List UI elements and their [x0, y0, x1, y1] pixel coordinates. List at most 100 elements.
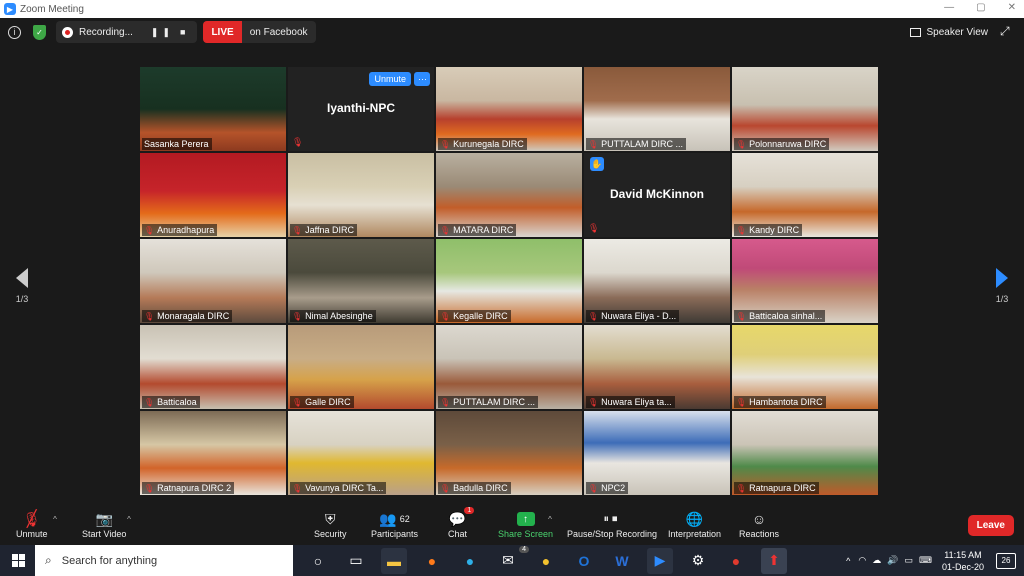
participant-tile[interactable]: David McKinnon 🎙 ✋ [584, 153, 730, 237]
live-stream-indicator[interactable]: LIVE on Facebook [203, 21, 316, 43]
word-icon[interactable]: W [609, 548, 635, 574]
chrome-icon[interactable]: ● [533, 548, 559, 574]
participant-tile[interactable]: Iyanthi-NPC 🎙 Unmute ··· [288, 67, 434, 151]
edge-icon[interactable]: ● [457, 548, 483, 574]
taskbar-search-box[interactable]: ⌕ Search for anything [35, 545, 293, 576]
windows-start-icon[interactable] [12, 554, 25, 567]
meeting-topbar: i ✓ Recording... ❚❚ ■ LIVE on Facebook [0, 18, 1024, 46]
participant-tile[interactable]: 🎙 Batticaloa sinhal... [732, 239, 878, 323]
recording-indicator[interactable]: Recording... ❚❚ ■ [56, 21, 198, 43]
participants-button[interactable]: 👥 62 Participants [371, 509, 419, 540]
notifications-icon[interactable]: 26 [996, 552, 1016, 569]
participant-tile[interactable]: 🎙 Monaragala DIRC [140, 239, 286, 323]
participant-name-tag: 🎙 Kurunegala DIRC [438, 138, 527, 150]
speaker-view-button[interactable]: Speaker View [910, 22, 988, 42]
participant-name-tag: 🎙 Ratnapura DIRC 2 [142, 482, 235, 494]
fullscreen-icon[interactable]: ⤢ [1000, 24, 1014, 38]
security-shield-icon: ⛨ [325, 510, 336, 527]
stop-recording-icon[interactable]: ■ [180, 27, 189, 37]
participant-tile[interactable]: 🎙 Badulla DIRC [436, 411, 582, 495]
language-icon[interactable]: ⌨ [919, 555, 932, 566]
cortana-icon[interactable]: ○ [305, 548, 331, 574]
app-pin-icon[interactable]: ⬆ [761, 547, 787, 574]
participant-tile[interactable]: 🎙 Jaffna DIRC [288, 153, 434, 237]
muted-mic-icon: 🎙 [292, 483, 303, 493]
volume-icon[interactable]: 🔊 [887, 555, 898, 566]
participant-tile[interactable]: 🎙 PUTTALAM DIRC ... [436, 325, 582, 409]
participant-tile[interactable]: 🎙 PUTTALAM DIRC ... [584, 67, 730, 151]
participant-tile[interactable]: 🎙 Kurunegala DIRC [436, 67, 582, 151]
settings-gear-icon[interactable]: ⚙ [685, 548, 711, 574]
participant-tile[interactable]: 🎙 MATARA DIRC [436, 153, 582, 237]
muted-mic-icon: 🎙 [292, 397, 303, 407]
interpretation-button[interactable]: 🌐 Interpretation [668, 509, 721, 540]
pause-stop-recording-button[interactable]: ⏸⏹ Pause/Stop Recording [567, 509, 657, 540]
zoom-taskbar-icon[interactable]: ▶ [647, 547, 673, 574]
meeting-info-icon[interactable]: i [8, 25, 21, 39]
participant-name-tag: 🎙 Badulla DIRC [438, 482, 511, 494]
tile-more-button[interactable]: ··· [414, 72, 430, 86]
participant-tile[interactable]: 🎙 Ratnapura DIRC 2 [140, 411, 286, 495]
tile-unmute-button[interactable]: Unmute [369, 72, 411, 86]
globe-icon: 🌐 [685, 510, 704, 527]
leave-button[interactable]: Leave [967, 515, 1014, 536]
start-video-button[interactable]: 📷 Start Video [82, 509, 126, 540]
participant-name: Kegalle DIRC [453, 311, 508, 321]
share-screen-button[interactable]: ↑ Share Screen [498, 509, 553, 539]
participant-tile[interactable]: 🎙 Anuradhapura [140, 153, 286, 237]
taskbar-clock[interactable]: 11:15 AM 01-Dec-20 [942, 549, 984, 573]
participant-tile[interactable]: 🎙 NPC2 [584, 411, 730, 495]
chrome-profile-icon[interactable]: ● [723, 548, 749, 574]
participant-tile[interactable]: 🎙 Kegalle DIRC [436, 239, 582, 323]
muted-mic-icon: 🎙 [292, 137, 304, 147]
pause-recording-icon[interactable]: ❚❚ [151, 27, 174, 38]
tray-chevron-up-icon[interactable]: ^ [846, 556, 850, 566]
muted-mic-icon: 🎙 [588, 397, 599, 407]
participant-name: Kurunegala DIRC [453, 139, 524, 149]
participant-tile[interactable]: 🎙 Nimal Abesinghe [288, 239, 434, 323]
unmute-button[interactable]: 🎙 ╱ Unmute [16, 509, 48, 540]
meeting-toolbar: 🎙 ╱ Unmute ^ 📷 Start Video ^ ⛨ Security 👥… [0, 505, 1024, 545]
wifi-icon[interactable]: ◠ [858, 555, 866, 566]
participant-name-tag: 🎙 Kandy DIRC [734, 224, 803, 236]
participant-tile[interactable]: 🎙 Nuwara Eliya ta... [584, 325, 730, 409]
minimize-icon[interactable]: — [944, 2, 954, 13]
reactions-button[interactable]: ☺ Reactions [739, 509, 779, 539]
participant-name-tag: 🎙 NPC2 [586, 482, 629, 494]
battery-icon[interactable]: ▭ [904, 555, 913, 566]
share-arrow-icon: ↑ [516, 512, 535, 526]
muted-mic-icon: 🎙 [440, 311, 451, 321]
next-page-button[interactable]: 1/3 [992, 268, 1012, 304]
task-view-icon[interactable]: ▭ [343, 548, 369, 574]
mail-icon[interactable]: ✉ 4 [495, 545, 529, 574]
participant-tile[interactable]: 🎙 Kandy DIRC [732, 153, 878, 237]
view-grid-icon [910, 27, 922, 37]
encryption-shield-icon[interactable]: ✓ [33, 24, 46, 40]
security-button[interactable]: ⛨ Security [314, 509, 347, 540]
participant-name-tag: 🎙 Polonnaruwa DIRC [734, 138, 830, 150]
cloud-icon[interactable]: ☁ [872, 555, 881, 566]
prev-page-button[interactable]: 1/3 [12, 268, 32, 304]
participant-name: Batticaloa [157, 397, 197, 407]
participant-tile[interactable]: 🎙 Ratnapura DIRC [732, 411, 878, 495]
participant-tile[interactable]: 🎙 Galle DIRC [288, 325, 434, 409]
participant-tile[interactable]: 🎙 Vavunya DIRC Ta... [288, 411, 434, 495]
participant-tile[interactable]: 🎙 Batticaloa [140, 325, 286, 409]
participant-name-center: Iyanthi-NPC [326, 101, 395, 115]
chevron-right-icon [996, 268, 1008, 288]
participant-tile[interactable]: 🎙 Polonnaruwa DIRC [732, 67, 878, 151]
maximize-icon[interactable]: ▢ [976, 2, 985, 13]
outlook-icon[interactable]: O [571, 548, 597, 574]
participant-tile[interactable]: 🎙 Nuwara Eliya - D... [584, 239, 730, 323]
file-explorer-icon[interactable]: ▬ [381, 547, 407, 574]
participants-label: Participants [371, 529, 419, 539]
chat-button[interactable]: 💬 1 Chat [448, 507, 475, 539]
participant-name: Polonnaruwa DIRC [749, 139, 827, 149]
participant-tile[interactable]: 🎙 Hambantota DIRC [732, 325, 878, 409]
participants-count: 62 [399, 514, 410, 524]
muted-mic-icon: 🎙 [588, 311, 599, 321]
close-icon[interactable]: ✕ [1008, 2, 1016, 13]
firefox-icon[interactable]: ● [419, 548, 445, 574]
security-label: Security [314, 529, 347, 539]
participant-tile[interactable]: Sasanka Perera [140, 67, 286, 151]
